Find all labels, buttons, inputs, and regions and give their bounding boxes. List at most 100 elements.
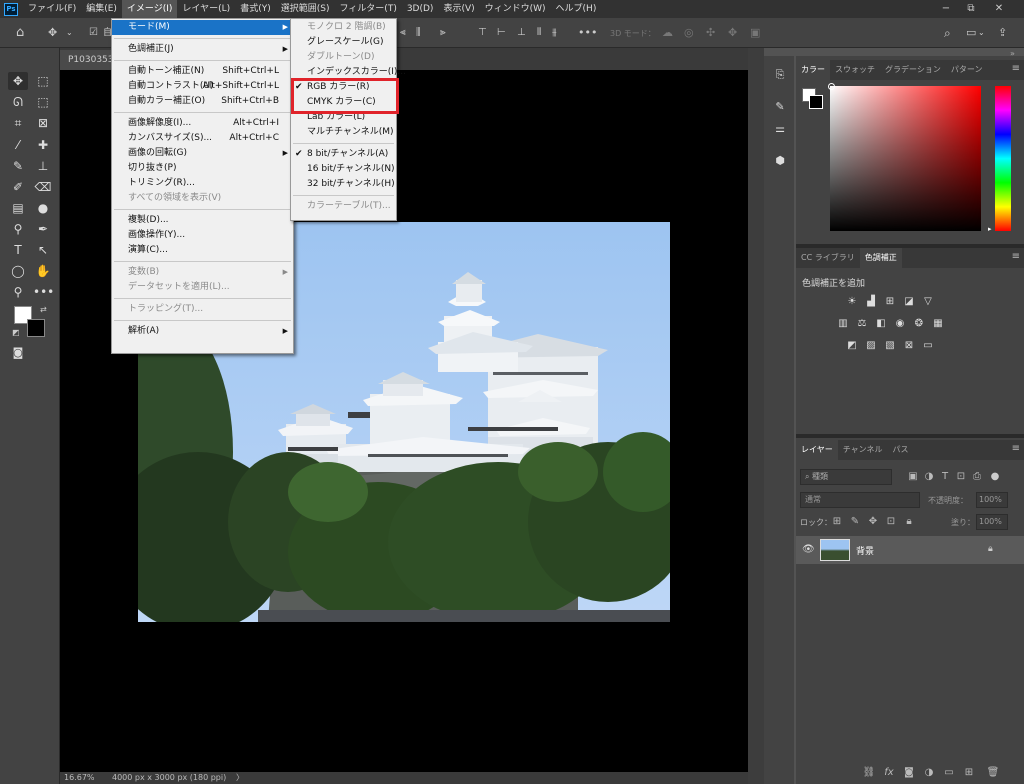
panel-tab[interactable]: パターン bbox=[946, 60, 988, 80]
menubar-item[interactable]: 編集(E) bbox=[81, 0, 122, 18]
hue-slider[interactable] bbox=[995, 86, 1011, 231]
menu-item[interactable]: モード(M) ▶ bbox=[112, 20, 293, 35]
menubar-item[interactable]: 選択範囲(S) bbox=[276, 0, 335, 18]
filter-smart-icon[interactable]: ⎙ bbox=[970, 471, 984, 483]
filter-adjustment-icon[interactable]: ◑ bbox=[922, 471, 936, 483]
eyedropper-tool-icon[interactable]: ⁄ bbox=[8, 136, 28, 154]
canvas-scroll-gutter[interactable] bbox=[748, 48, 764, 784]
panel-menu-icon[interactable]: ≡ bbox=[1012, 63, 1020, 74]
home-icon[interactable]: ⌂ bbox=[16, 26, 24, 40]
menubar-item[interactable]: 書式(Y) bbox=[235, 0, 276, 18]
menu-item[interactable]: グレースケール(G) bbox=[291, 35, 396, 50]
search-icon[interactable]: ⌕ bbox=[944, 26, 951, 40]
lock-pixels-icon[interactable]: ✎ bbox=[848, 516, 862, 528]
levels-icon[interactable]: ▟ bbox=[864, 296, 878, 308]
align-right-icon[interactable]: ⫸ bbox=[440, 26, 446, 40]
distribute-icon[interactable]: ⫴ bbox=[537, 26, 541, 40]
3d-pan-icon[interactable]: ✣ bbox=[706, 26, 715, 40]
menu-item[interactable]: 画像の回転(G) ▶ bbox=[112, 146, 293, 161]
chevron-down-icon[interactable]: ⌄ bbox=[66, 26, 73, 40]
panel-tab[interactable]: パス bbox=[888, 440, 914, 460]
black-white-icon[interactable]: ◧ bbox=[874, 318, 888, 330]
menu-item[interactable]: マルチチャンネル(M) bbox=[291, 125, 396, 140]
move-tool-icon[interactable]: ✥ bbox=[8, 72, 28, 90]
filter-pixel-icon[interactable]: ▣ bbox=[906, 471, 920, 483]
frame-tool-icon[interactable]: ⊠ bbox=[33, 114, 53, 132]
new-adjustment-icon[interactable]: ◑ bbox=[922, 767, 936, 779]
menu-item[interactable]: 自動トーン補正(N) Shift+Ctrl+L bbox=[112, 64, 293, 79]
workspace-icon[interactable]: ▭ bbox=[966, 26, 976, 40]
photoshop-logo-icon[interactable]: Ps bbox=[4, 2, 18, 16]
restore-button[interactable]: ⧉ bbox=[960, 0, 982, 18]
menubar-item[interactable]: ヘルプ(H) bbox=[551, 0, 602, 18]
clone-stamp-tool-icon[interactable]: ⊥ bbox=[33, 157, 53, 175]
layer-row[interactable]: 👁︎ 背景 🔒︎ bbox=[796, 536, 1024, 564]
move-tool-options-icon[interactable]: ✥ bbox=[48, 26, 57, 40]
threshold-icon[interactable]: ▧ bbox=[883, 340, 897, 352]
align-bottom-icon[interactable]: ⊥ bbox=[517, 26, 526, 40]
lock-position-icon[interactable]: ✥ bbox=[866, 516, 880, 528]
dodge-tool-icon[interactable]: ⚲ bbox=[8, 220, 28, 238]
lock-transparent-icon[interactable]: ⊞ bbox=[830, 516, 844, 528]
crop-tool-icon[interactable]: ⌗ bbox=[8, 114, 28, 132]
menubar-item[interactable]: 3D(D) bbox=[402, 0, 439, 18]
menubar-item[interactable]: イメージ(I) bbox=[121, 0, 178, 18]
path-select-tool-icon[interactable]: ↖ bbox=[33, 241, 53, 259]
fill-input[interactable]: 100% bbox=[976, 514, 1008, 530]
hue-saturation-icon[interactable]: ▥ bbox=[836, 318, 850, 330]
brush-settings-icon[interactable]: ✎ bbox=[771, 100, 789, 116]
filter-type-icon[interactable]: T bbox=[938, 471, 952, 483]
panel-menu-icon[interactable]: ≡ bbox=[1012, 251, 1020, 262]
brush-tool-icon[interactable]: ✎ bbox=[8, 157, 28, 175]
add-mask-icon[interactable]: ◙ bbox=[902, 767, 916, 779]
color-bg-swatch[interactable] bbox=[809, 95, 823, 109]
swap-colors-icon[interactable]: ⇄ bbox=[40, 305, 47, 314]
eraser-tool-icon[interactable]: ⌫ bbox=[33, 178, 53, 196]
history-brush-tool-icon[interactable]: ✐ bbox=[8, 178, 28, 196]
filter-toggle-icon[interactable]: ● bbox=[988, 471, 1002, 483]
color-picker-cursor[interactable] bbox=[828, 83, 835, 90]
menu-item[interactable]: ✔ 8 bit/チャンネル(A) bbox=[291, 147, 396, 162]
menu-item[interactable]: 32 bit/チャンネル(H) bbox=[291, 177, 396, 192]
hue-slider-handle-icon[interactable]: ▸ bbox=[988, 225, 992, 233]
align-left-icon[interactable]: ⫷ bbox=[400, 26, 406, 40]
panel-tab[interactable]: スウォッチ bbox=[830, 60, 880, 80]
exposure-icon[interactable]: ◪ bbox=[902, 296, 916, 308]
brightness-icon[interactable]: ☀ bbox=[845, 296, 859, 308]
menubar-item[interactable]: ファイル(F) bbox=[23, 0, 81, 18]
panel-tab[interactable]: カラー bbox=[796, 60, 830, 80]
close-button[interactable]: ✕ bbox=[988, 0, 1010, 18]
color-picker-field[interactable] bbox=[830, 86, 981, 231]
selective-color-icon[interactable]: ⊠ bbox=[902, 340, 916, 352]
healing-brush-tool-icon[interactable]: ✚ bbox=[33, 136, 53, 154]
background-color-swatch[interactable] bbox=[27, 319, 45, 337]
color-balance-icon[interactable]: ⚖ bbox=[855, 318, 869, 330]
lock-artboard-icon[interactable]: ⊡ bbox=[884, 516, 898, 528]
link-layers-icon[interactable]: ⛓︎ bbox=[862, 767, 876, 779]
3d-camera-icon[interactable]: ▣ bbox=[750, 26, 760, 40]
chevron-down-icon[interactable]: ⌄ bbox=[978, 26, 985, 40]
invert-icon[interactable]: ◩ bbox=[845, 340, 859, 352]
opacity-input[interactable]: 100% bbox=[976, 492, 1008, 508]
layer-name[interactable]: 背景 bbox=[856, 544, 874, 557]
minimize-button[interactable]: − bbox=[935, 0, 957, 18]
3d-roll-icon[interactable]: ◎ bbox=[684, 26, 694, 40]
quick-mask-icon[interactable]: ◙ bbox=[8, 344, 28, 362]
blur-tool-icon[interactable]: ● bbox=[33, 199, 53, 217]
menu-item[interactable]: 画像解像度(I)... Alt+Ctrl+I bbox=[112, 116, 293, 131]
align-top-icon[interactable]: ⊤ bbox=[478, 26, 487, 40]
layer-filter-select[interactable]: ⌕ 種類 bbox=[800, 469, 892, 485]
menu-item[interactable]: 演算(C)... bbox=[112, 243, 293, 258]
channel-mixer-icon[interactable]: ❂ bbox=[912, 318, 926, 330]
menu-item[interactable]: 解析(A) ▶ bbox=[112, 324, 293, 339]
menu-item[interactable]: 複製(D)... bbox=[112, 213, 293, 228]
more-options-icon[interactable]: ••• bbox=[578, 26, 597, 40]
menu-item[interactable]: 切り抜き(P) bbox=[112, 161, 293, 176]
new-layer-icon[interactable]: ⊞ bbox=[962, 767, 976, 779]
hand-tool-icon[interactable]: ✋ bbox=[33, 262, 53, 280]
type-tool-icon[interactable]: T bbox=[8, 241, 28, 259]
pen-tool-icon[interactable]: ✒ bbox=[33, 220, 53, 238]
panel-tab[interactable]: レイヤー bbox=[796, 440, 838, 460]
menu-item[interactable]: トリミング(R)... bbox=[112, 176, 293, 191]
color-lookup-icon[interactable]: ▦ bbox=[931, 318, 945, 330]
